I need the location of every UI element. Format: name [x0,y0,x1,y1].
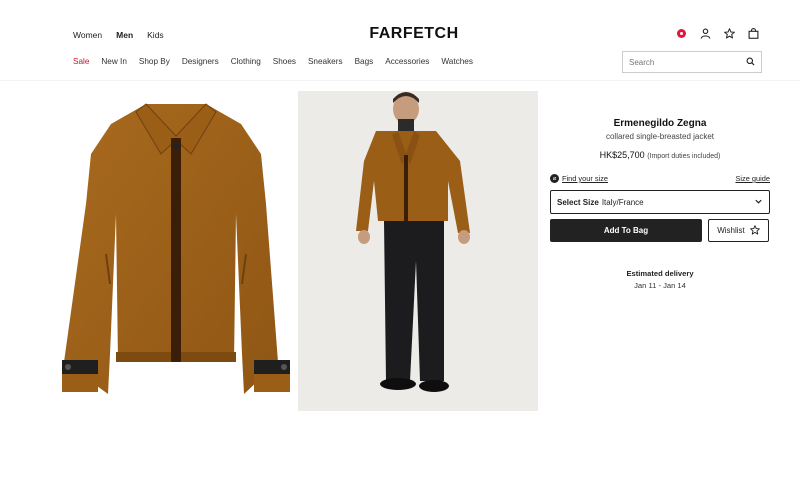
wishlist-star-icon[interactable] [724,28,735,39]
nav-designers[interactable]: Designers [182,57,219,66]
flag-icon[interactable] [676,28,687,39]
product-price-line: HK$25,700 (Import duties included) [550,150,770,160]
search-box[interactable] [622,51,762,73]
size-select-value: Italy/France [601,197,644,207]
wishlist-button[interactable]: Wishlist [708,219,769,242]
category-nav: Sale New In Shop By Designers Clothing S… [73,57,473,66]
nav-watches[interactable]: Watches [441,57,473,66]
size-links: ⌀ Find your size Size guide [550,174,770,183]
nav-accessories[interactable]: Accessories [385,57,429,66]
price-note: (Import duties included) [647,153,721,160]
delivery-title: Estimated delivery [626,269,694,278]
search-input[interactable] [629,57,746,67]
chevron-down-icon [754,197,763,208]
logo-text: FARFETCH [369,25,459,42]
size-select-label: Select Size [557,197,599,207]
estimated-delivery: Estimated delivery Jan 11 - Jan 14 [550,269,770,290]
nav-sale[interactable]: Sale [73,57,89,66]
search-icon[interactable] [746,57,755,68]
find-your-size-link[interactable]: Find your size [562,174,608,183]
product-name: collared single-breasted jacket [605,132,715,141]
product-brand[interactable]: Ermenegildo Zegna [550,118,770,129]
nav-shoes[interactable]: Shoes [273,57,296,66]
header-divider [0,80,800,81]
delivery-dates: Jan 11 - Jan 14 [634,281,686,290]
nav-sneakers[interactable]: Sneakers [308,57,343,66]
header-icons [676,28,759,39]
size-guide-link[interactable]: Size guide [735,174,770,183]
action-buttons: Add To Bag Wishlist [550,219,770,242]
ruler-icon: ⌀ [550,174,559,183]
nav-bags[interactable]: Bags [355,57,374,66]
wishlist-label: Wishlist [717,226,745,235]
nav-shop-by[interactable]: Shop By [139,57,170,66]
nav-new-in[interactable]: New In [101,57,126,66]
product-price: HK$25,700 [599,150,645,160]
model-wearing-jacket-image[interactable] [298,91,538,411]
account-icon[interactable] [700,28,711,39]
size-select[interactable]: Select Size Italy/France [550,190,770,214]
add-to-bag-button[interactable]: Add To Bag [550,219,702,242]
product-info: Ermenegildo Zegna collared single-breast… [550,118,770,290]
jacket-flat-image[interactable] [56,94,296,412]
nav-clothing[interactable]: Clothing [231,57,261,66]
star-icon [749,224,760,237]
bag-icon[interactable] [748,28,759,39]
